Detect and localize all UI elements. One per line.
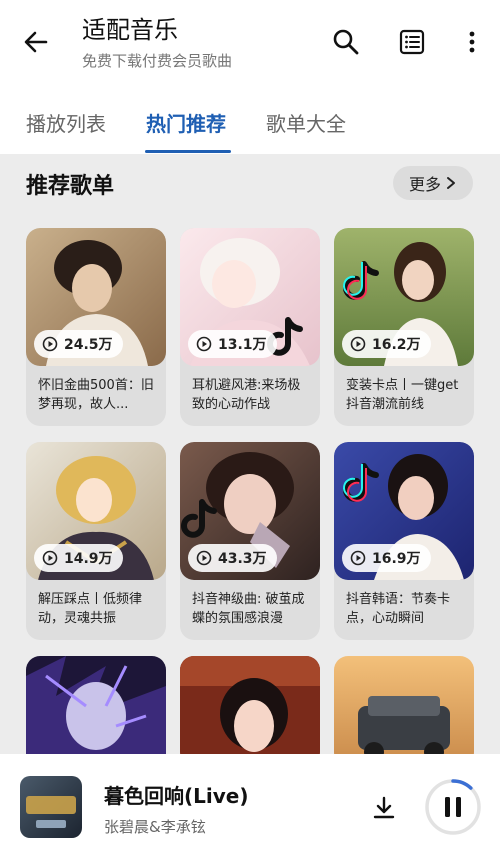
playlist-card[interactable] [26,656,166,754]
app-header: 适配音乐 免费下载付费会员歌曲 [0,0,500,88]
download-icon [373,796,395,819]
more-options-button[interactable] [456,26,488,58]
more-vertical-icon [469,31,475,53]
playlist-card[interactable]: 14.9万 解压踩点丨低频律动，灵魂共振 [26,442,166,640]
play-count: 43.3万 [218,551,267,567]
play-count: 13.1万 [218,337,267,353]
playlist-card[interactable] [334,656,474,754]
back-button[interactable] [20,26,52,58]
playlist-cover [26,656,166,754]
playlist-card[interactable]: 24.5万 怀旧金曲500首：旧梦再现，故人... [26,228,166,426]
playlist-cover: 24.5万 [26,228,166,366]
playlist-title: 变装卡点丨一键get抖音潮流前线 [346,378,459,412]
recommend-section: 推荐歌单 更多 24.5万 怀旧金曲500首：旧梦再现，故人... 13.1万 … [0,154,500,754]
now-playing-cover[interactable] [20,776,82,838]
tab-hot-recommend[interactable]: 热门推荐 [146,108,226,137]
album-art [20,776,82,838]
play-count-badge: 13.1万 [188,330,277,358]
play-count-badge: 43.3万 [188,544,277,572]
playlist-title: 怀旧金曲500首：旧梦再现，故人... [38,378,154,412]
playlist-cover: 43.3万 [180,442,320,580]
play-circle-icon [196,550,212,566]
play-count-badge: 24.5万 [34,330,123,358]
playlist-card[interactable]: 16.2万 变装卡点丨一键get抖音潮流前线 [334,228,474,426]
playlist-cover [334,656,474,754]
play-count: 16.2万 [372,337,421,353]
play-count-badge: 16.9万 [342,544,431,572]
tab-playlist[interactable]: 播放列表 [26,108,106,137]
playlist-cover: 16.2万 [334,228,474,366]
play-count: 16.9万 [372,551,421,567]
more-button[interactable]: 更多 [393,166,473,200]
pause-button[interactable] [424,778,482,836]
page-subtitle: 免费下载付费会员歌曲 [82,52,233,70]
playlist-cover: 14.9万 [26,442,166,580]
play-circle-icon [42,550,58,566]
tab-all-playlists[interactable]: 歌单大全 [266,108,346,137]
play-circle-icon [350,550,366,566]
play-count-badge: 16.2万 [342,330,431,358]
download-button[interactable] [368,792,400,824]
playlist-card[interactable]: 13.1万 耳机避风港:来场极致的心动作战 [180,228,320,426]
tab-bar: 播放列表 热门推荐 歌单大全 [0,88,500,154]
play-circle-icon [42,336,58,352]
play-count: 14.9万 [64,551,113,567]
playlist-card[interactable]: 16.9万 抖音韩语：节奏卡点，心动瞬间 [334,442,474,640]
play-count-badge: 14.9万 [34,544,123,572]
play-circle-icon [196,336,212,352]
list-icon [399,29,425,55]
playlist-title: 耳机避风港:来场极致的心动作战 [192,378,301,412]
now-playing-title: 暮色回响(Live) [104,784,249,808]
play-circle-icon [350,336,366,352]
playlist-card[interactable] [180,656,320,754]
playlist-cover: 16.9万 [334,442,474,580]
chevron-right-icon [447,177,455,189]
playlist-title: 抖音神级曲: 破茧成蝶的氛围感浪漫 [192,592,305,626]
arrow-left-icon [24,31,48,53]
playlist-cover [180,656,320,754]
more-label: 更多 [408,175,441,194]
search-button[interactable] [330,26,362,58]
playlist-title: 解压踩点丨低频律动，灵魂共振 [38,592,143,626]
mini-player[interactable]: 暮色回响(Live) 张碧晨&李承铉 [0,754,500,860]
play-count: 24.5万 [64,337,113,353]
playlist-manage-button[interactable] [396,26,428,58]
pause-icon [425,779,481,835]
search-icon [333,29,359,55]
playlist-title: 抖音韩语：节奏卡点，心动瞬间 [346,592,451,626]
playlist-cover: 13.1万 [180,228,320,366]
playlist-card[interactable]: 43.3万 抖音神级曲: 破茧成蝶的氛围感浪漫 [180,442,320,640]
section-title: 推荐歌单 [26,174,115,199]
page-title: 适配音乐 [82,16,178,44]
now-playing-artist: 张碧晨&李承铉 [104,818,206,836]
active-tab-indicator [145,150,231,153]
